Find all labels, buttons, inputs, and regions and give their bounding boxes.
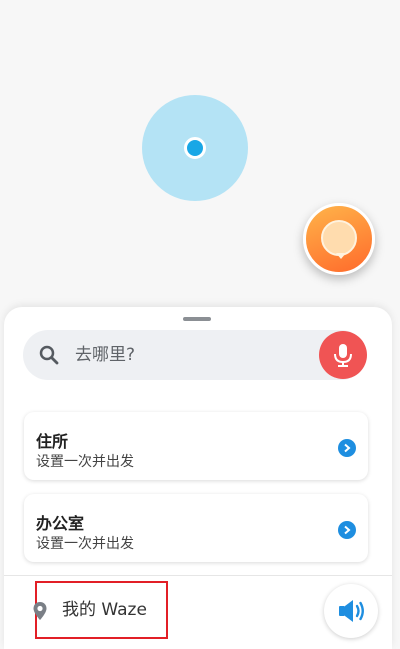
map-pin-icon: [33, 602, 47, 620]
search-bar[interactable]: 去哪里?: [23, 330, 367, 380]
work-card[interactable]: 办公室 设置一次并出发: [24, 494, 368, 562]
home-title: 住所: [36, 432, 69, 451]
sound-settings-button[interactable]: [324, 584, 378, 638]
home-card[interactable]: 住所 设置一次并出发: [24, 412, 368, 480]
work-subtitle: 设置一次并出发: [36, 536, 134, 552]
bottom-sheet: 去哪里? 住所 设置一次并出发 办公室 设置一次并出发 我的 Waze: [4, 307, 392, 649]
my-waze-button[interactable]: 我的 Waze: [33, 581, 168, 639]
voice-search-button[interactable]: [319, 331, 367, 379]
my-waze-label: 我的 Waze: [62, 600, 147, 620]
chevron-right-icon: [338, 439, 356, 457]
bottom-bar: 我的 Waze: [4, 575, 392, 649]
waze-menu-button[interactable]: [303, 203, 375, 275]
work-title: 办公室: [36, 514, 85, 533]
waze-character-icon: [321, 220, 357, 259]
sheet-grabber[interactable]: [183, 317, 211, 321]
microphone-icon: [334, 344, 352, 367]
home-subtitle: 设置一次并出发: [36, 454, 134, 470]
map-view[interactable]: [0, 0, 400, 330]
current-location-icon: [184, 137, 206, 159]
chevron-right-icon: [338, 521, 356, 539]
speaker-icon: [339, 600, 364, 622]
search-placeholder: 去哪里?: [75, 345, 136, 365]
search-icon: [39, 345, 59, 365]
